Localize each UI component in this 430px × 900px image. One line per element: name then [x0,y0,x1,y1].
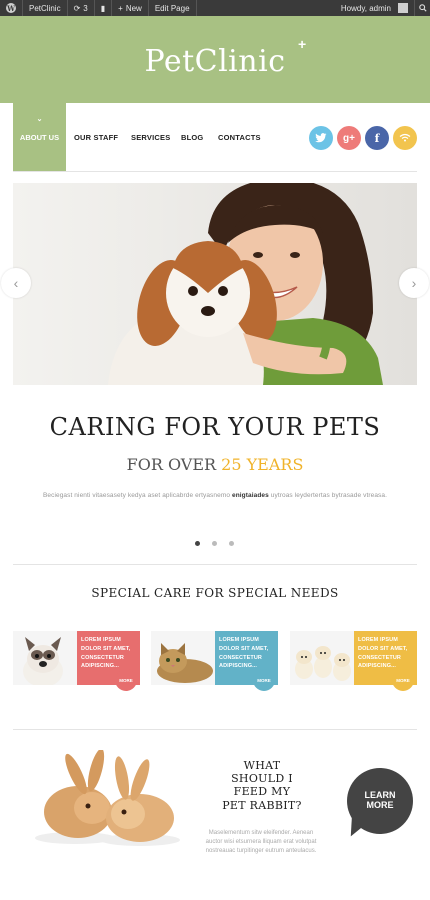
chevron-left-icon: ‹ [13,275,19,291]
nav-item-label: CONTACTS [218,132,261,142]
chevron-right-icon: › [411,275,417,291]
nav-item-about-us[interactable]: ⌄ ABOUT US [13,103,66,171]
more-label: MORE [119,677,133,683]
logo-plus-mark: + [298,36,307,52]
chevron-down-icon: ⌄ [36,116,43,123]
rabbits-photo [30,748,185,850]
special-care-title: SPECIAL CARE FOR SPECIAL NEEDS [91,586,339,600]
howdy-label: Howdy, admin [340,3,391,13]
learn-more-button[interactable]: LEARN MORE [347,768,413,834]
nav-item-services[interactable]: SERVICES [131,103,170,171]
feature-card-3[interactable]: LOREM IPSUM DOLOR SIT AMET, CONSECTETUR … [290,631,417,691]
nav-item-label: ABOUT US [19,132,60,142]
search-icon [418,4,427,12]
slider-dot-2[interactable] [212,541,217,546]
site-logo[interactable]: PetClinic [0,44,430,79]
feature-card-text: LOREM IPSUM DOLOR SIT AMET, CONSECTETUR … [358,637,408,670]
bulldog-photo [13,631,77,685]
logo-text: PetClinic [144,44,286,79]
refresh-icon: ⟳ [73,3,81,13]
more-label: MORE [257,677,271,683]
edit-page-link[interactable]: Edit Page [149,0,197,16]
nav-item-blog[interactable]: BLOG [181,103,203,171]
hero-text-after: uytroas leydertertas bytrasade vtreasa. [270,492,388,499]
nav-divider [13,171,417,172]
hero-text-bold: enigtaiades [231,492,269,499]
nav-item-label: SERVICES [131,132,171,142]
hero-title: CARING FOR YOUR PETS [49,413,381,441]
more-button[interactable]: MORE [253,669,275,691]
more-label: MORE [396,677,410,683]
plus-icon: + [118,3,123,13]
account-menu[interactable]: Howdy, admin [335,0,414,16]
wordpress-menu[interactable]: W [0,0,23,16]
facebook-icon: f [374,131,380,145]
more-button[interactable]: MORE [115,669,137,691]
hero-text-before: Beciegast nienti vitaesasety kedya aset … [42,492,231,499]
promo-text: Maselementum sitw eleifender. Aenean auc… [205,830,317,854]
updates-link[interactable]: ⟳ 3 [68,0,95,16]
edit-page-label: Edit Page [154,3,190,13]
slider-dot-1[interactable] [195,541,200,546]
comment-bubble-icon: ▮ [100,3,106,13]
slider-dot-3[interactable] [229,541,234,546]
hero-text: Beciegast nienti vitaesasety kedya aset … [0,492,430,499]
hero-subtitle-highlight: 25 YEARS [221,455,304,474]
rss-button[interactable] [393,126,417,150]
wordpress-logo-icon: W [6,3,16,13]
wifi-rss-icon [399,133,411,142]
comments-link[interactable]: ▮ [95,0,113,16]
nav-item-label: OUR STAFF [74,132,119,142]
section-divider [13,729,417,730]
avatar [398,3,408,13]
updates-count: 3 [83,3,88,13]
promo-question: WHAT SHOULD I FEED MY PET RABBIT? [222,759,302,812]
more-button[interactable]: MORE [392,669,414,691]
feature-card-text: LOREM IPSUM DOLOR SIT AMET, CONSECTETUR … [219,637,269,670]
section-divider [13,564,417,565]
feature-card-2[interactable]: LOREM IPSUM DOLOR SIT AMET, CONSECTETUR … [151,631,278,691]
hero-subtitle: FOR OVER 25 YEARS [0,455,430,474]
woman-with-dog-photo [13,183,417,385]
slider-prev-button[interactable]: ‹ [1,268,31,298]
site-header: PetClinic + [0,16,430,103]
site-name-label: PetClinic [29,3,61,13]
nav-item-contacts[interactable]: CONTACTS [218,103,261,171]
twitter-button[interactable] [309,126,333,150]
hero-slider [13,183,417,385]
admin-bar: W PetClinic ⟳ 3 ▮ + New Edit Page Howdy,… [0,0,430,16]
learn-more-label: LEARN MORE [364,790,396,810]
hero-subtitle-prefix: FOR OVER [126,455,217,474]
feature-card-text: LOREM IPSUM DOLOR SIT AMET, CONSECTETUR … [81,637,131,670]
admin-search-button[interactable] [414,0,430,16]
feature-card-1[interactable]: LOREM IPSUM DOLOR SIT AMET, CONSECTETUR … [13,631,140,691]
googleplus-icon: g+ [343,132,355,144]
new-label: New [125,3,142,13]
puppies-photo [290,631,354,685]
cat-photo [151,631,215,685]
site-name-link[interactable]: PetClinic [23,0,68,16]
nav-item-our-staff[interactable]: OUR STAFF [74,103,118,171]
googleplus-button[interactable]: g+ [337,126,361,150]
new-content-link[interactable]: + New [112,0,149,16]
twitter-icon [315,133,327,143]
nav-item-label: BLOG [181,132,204,142]
facebook-button[interactable]: f [365,126,389,150]
slider-next-button[interactable]: › [399,268,429,298]
